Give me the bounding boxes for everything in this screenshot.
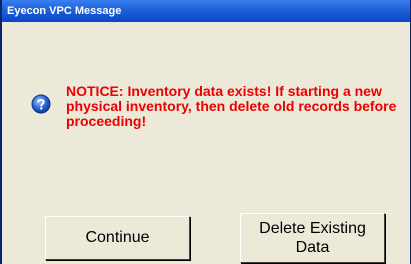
delete-existing-data-button[interactable]: Delete Existing Data (240, 213, 385, 263)
dialog-content: NOTICE: Inventory data exists! If starti… (2, 22, 410, 264)
continue-button[interactable]: Continue (45, 216, 190, 260)
message-dialog: Eyecon VPC Message NOTICE: Inventory dat… (0, 0, 411, 264)
window-title: Eyecon VPC Message (7, 5, 122, 17)
notice-message: NOTICE: Inventory data exists! If starti… (66, 83, 397, 129)
delete-button-label: Delete Existing Data (259, 220, 366, 256)
title-bar[interactable]: Eyecon VPC Message (2, 0, 410, 22)
continue-button-label: Continue (85, 229, 150, 246)
question-icon (31, 94, 51, 114)
